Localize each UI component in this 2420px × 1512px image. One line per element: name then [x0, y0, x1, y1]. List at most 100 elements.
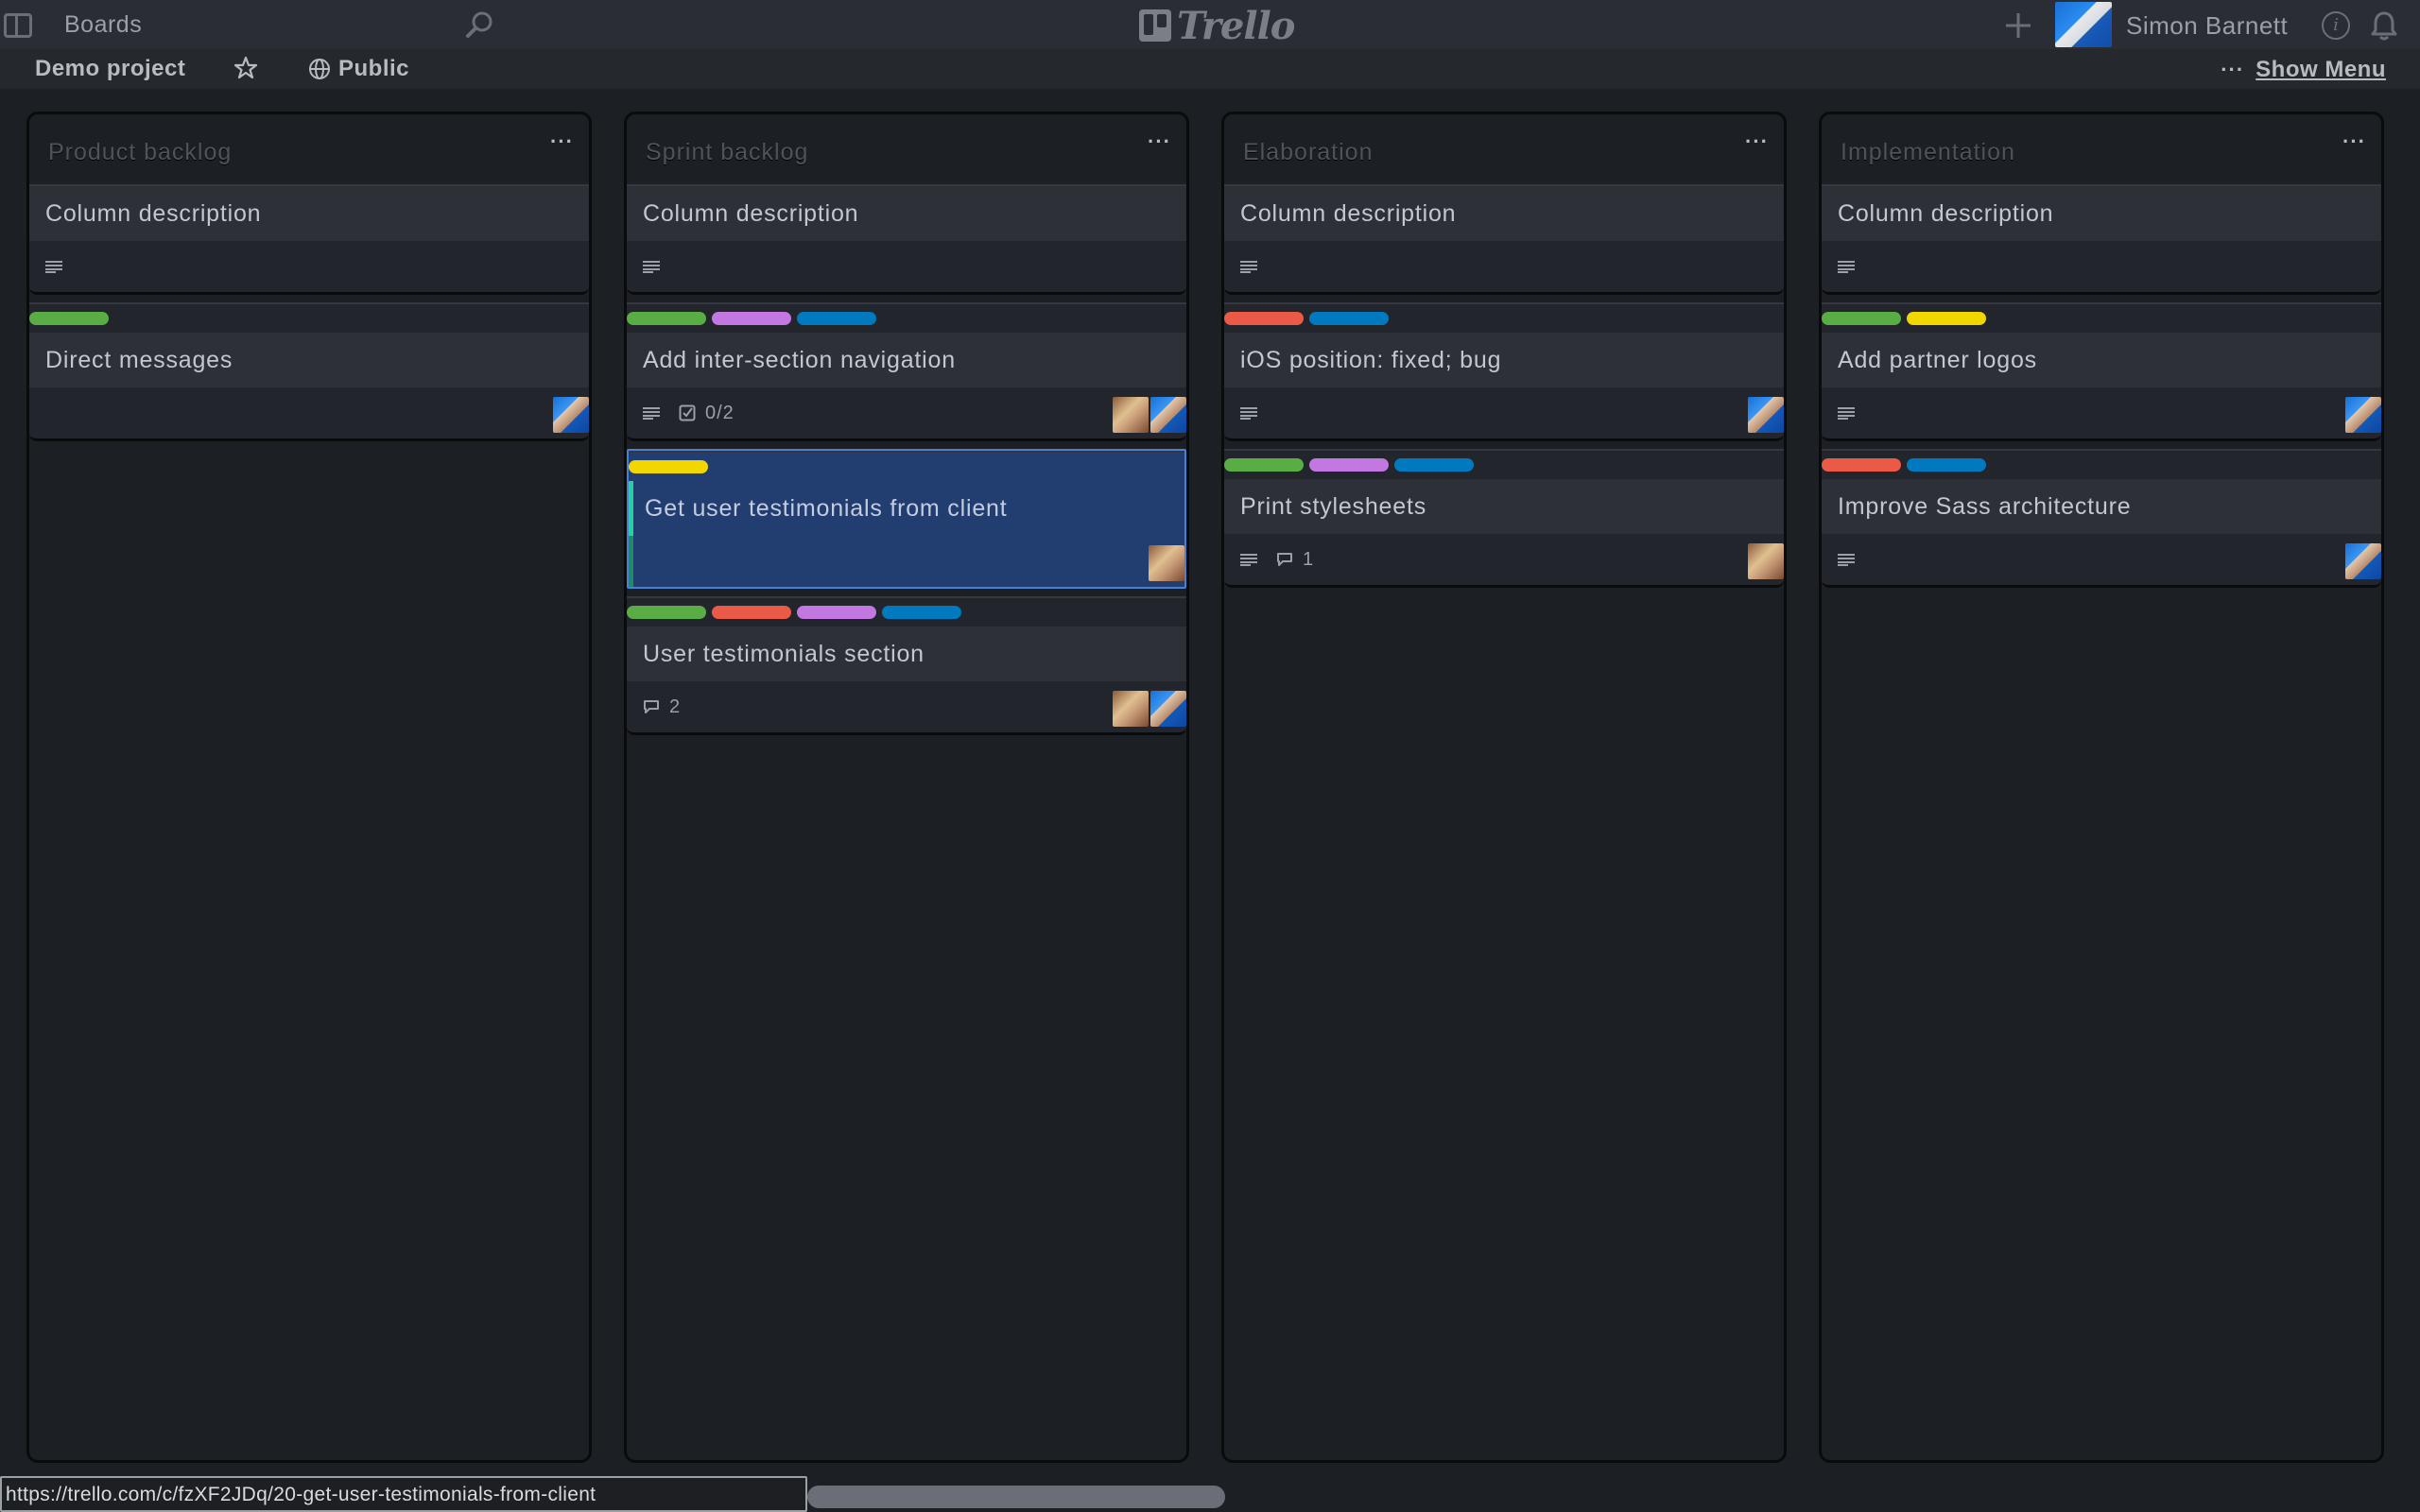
list-title[interactable]: Elaboration [1243, 139, 1373, 166]
user-avatar[interactable] [2055, 2, 2112, 47]
info-icon[interactable]: i [2322, 11, 2350, 40]
card-title[interactable]: Get user testimonials from client [629, 481, 1184, 536]
member-avatar[interactable] [2345, 543, 2381, 579]
card[interactable]: Column description [1224, 184, 1784, 295]
list-column: Elaboration ··· Column description iOS posi… [1221, 112, 1787, 1463]
member-avatar[interactable] [553, 397, 589, 433]
list-column: Sprint backlog ··· Column description Add i… [624, 112, 1189, 1463]
card[interactable]: iOS position: fixed; bug [1224, 302, 1784, 441]
trello-logo-icon [1139, 9, 1171, 42]
member-avatar[interactable] [1150, 397, 1186, 433]
comments-badge: 2 [643, 696, 681, 718]
member-avatar[interactable] [1748, 397, 1784, 433]
trello-logo[interactable]: Trello [1139, 3, 1295, 48]
more-icon: ··· [2221, 58, 2245, 81]
card[interactable]: Direct messages [29, 302, 589, 441]
card-labels [629, 451, 1184, 481]
description-icon [1240, 554, 1257, 566]
comment-icon [644, 700, 659, 713]
label-green [627, 312, 706, 325]
user-name[interactable]: Simon Barnett [2126, 11, 2288, 41]
list-title[interactable]: Product backlog [48, 139, 232, 166]
show-menu-button[interactable]: ··· Show Menu [2221, 57, 2386, 83]
card-badges [1822, 534, 2381, 585]
card[interactable]: Print stylesheets 1 [1224, 449, 1784, 588]
list-title[interactable]: Implementation [1841, 139, 2015, 166]
card-labels [1224, 302, 1784, 333]
checklist-count: 0/2 [705, 402, 735, 423]
list-menu-icon[interactable]: ··· [1148, 129, 1171, 154]
board-title[interactable]: Demo project [35, 56, 185, 82]
member-avatar[interactable] [1150, 691, 1186, 727]
card-members [2345, 543, 2381, 579]
card-title[interactable]: Column description [1822, 186, 2381, 241]
card-title[interactable]: User testimonials section [627, 627, 1186, 681]
checklist-badge: 0/2 [679, 403, 735, 424]
label-blue [882, 606, 961, 619]
card-members [1748, 543, 1784, 579]
label-green [627, 606, 706, 619]
visibility-label: Public [338, 56, 410, 81]
label-green [1224, 458, 1304, 472]
list-title[interactable]: Sprint backlog [646, 139, 808, 166]
card-title[interactable]: Add inter-section navigation [627, 333, 1186, 387]
card-labels [29, 302, 589, 333]
card-members [1748, 397, 1784, 433]
description-icon [1838, 261, 1855, 273]
label-blue [1907, 458, 1986, 472]
list-menu-icon[interactable]: ··· [550, 129, 574, 154]
list-cards: Column description Add inter-section navi… [627, 184, 1186, 743]
card-title[interactable]: Column description [1224, 186, 1784, 241]
member-avatar[interactable] [2345, 397, 2381, 433]
label-red [1822, 458, 1901, 472]
list-menu-icon[interactable]: ··· [1745, 129, 1769, 154]
card-members [1149, 545, 1184, 581]
card[interactable]: Column description [627, 184, 1186, 295]
card-title[interactable]: Improve Sass architecture [1822, 479, 2381, 534]
bell-icon[interactable] [2369, 9, 2399, 42]
board-header: Demo project Public ··· Show Menu [0, 49, 2420, 89]
boards-button[interactable]: Boards [64, 11, 142, 39]
description-icon [643, 261, 660, 273]
list-cards: Column description iOS position: fixed; b… [1224, 184, 1784, 595]
card-badges: 0/2 [627, 387, 1186, 438]
card-title[interactable]: Add partner logos [1822, 333, 2381, 387]
card-badges: 2 [627, 681, 1186, 732]
card-badges [1224, 387, 1784, 438]
horizontal-scrollbar[interactable] [807, 1486, 1225, 1508]
globe-icon [309, 59, 330, 79]
card-title[interactable]: Direct messages [29, 333, 589, 387]
comment-count: 1 [1303, 548, 1315, 570]
member-avatar[interactable] [1149, 545, 1184, 581]
member-avatar[interactable] [1113, 397, 1149, 433]
list-menu-icon[interactable]: ··· [2342, 129, 2366, 154]
link-status-bar: https://trello.com/c/fzXF2JDq/20-get-use… [0, 1476, 807, 1512]
card-badges [627, 241, 1186, 292]
card-members [1113, 691, 1186, 727]
card[interactable]: Add partner logos [1822, 302, 2381, 441]
search-icon[interactable] [463, 9, 495, 42]
boards-icon[interactable] [4, 13, 32, 38]
description-icon [1838, 554, 1855, 566]
star-icon[interactable] [233, 55, 259, 81]
logo-text: Trello [1177, 3, 1295, 48]
card-title[interactable]: Column description [29, 186, 589, 241]
label-green [1822, 312, 1901, 325]
visibility-button[interactable]: Public [308, 55, 409, 83]
card[interactable]: Column description [1822, 184, 2381, 295]
card-title[interactable]: iOS position: fixed; bug [1224, 333, 1784, 387]
card-labels [1822, 449, 2381, 479]
card[interactable]: User testimonials section 2 [627, 596, 1186, 735]
card[interactable]: Add inter-section navigation 0/2 [627, 302, 1186, 441]
card[interactable]: Improve Sass architecture [1822, 449, 2381, 588]
plus-icon[interactable] [2002, 9, 2034, 42]
card-title[interactable]: Column description [627, 186, 1186, 241]
member-avatar[interactable] [1113, 691, 1149, 727]
label-purple [1309, 458, 1389, 472]
member-avatar[interactable] [1748, 543, 1784, 579]
card-title[interactable]: Print stylesheets [1224, 479, 1784, 534]
label-yellow [1907, 312, 1986, 325]
card[interactable]: Get user testimonials from client [627, 449, 1186, 589]
card[interactable]: Column description [29, 184, 589, 295]
label-purple [797, 606, 876, 619]
